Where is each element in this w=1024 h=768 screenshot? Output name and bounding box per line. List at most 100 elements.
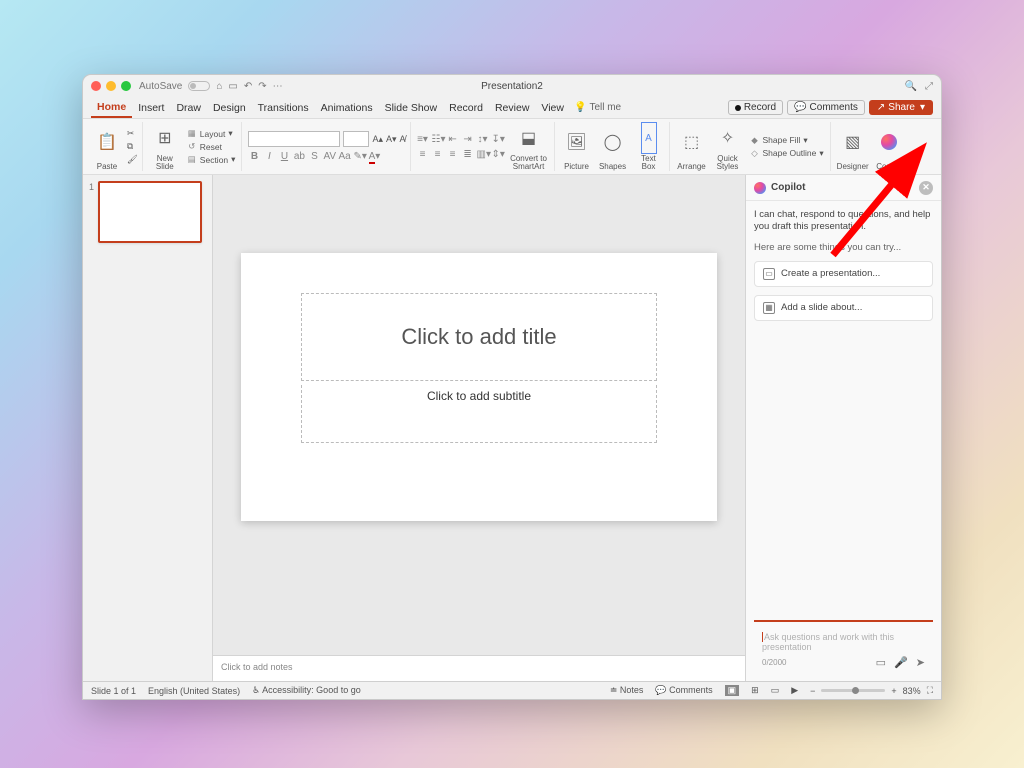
editor-center: Click to add title Click to add subtitle…	[213, 175, 745, 681]
tab-design[interactable]: Design	[207, 97, 252, 118]
tab-insert[interactable]: Insert	[132, 97, 170, 118]
underline-icon[interactable]: U	[278, 151, 290, 162]
paste-button[interactable]: 📋 Paste	[91, 122, 123, 171]
zoom-slider[interactable]	[821, 689, 885, 692]
copilot-suggestion-add-slide[interactable]: ▦ Add a slide about...	[754, 295, 933, 321]
shape-outline-button[interactable]: ◇Shape Outline ▾	[748, 148, 826, 159]
copilot-ribbon-button[interactable]: Copilot	[873, 122, 905, 171]
align-center-icon[interactable]: ≡	[432, 149, 444, 160]
increase-font-icon[interactable]: A▴	[372, 134, 383, 145]
designer-button[interactable]: ▧Designer	[837, 122, 869, 171]
font-family-combo[interactable]	[248, 131, 340, 147]
fit-to-window-icon[interactable]: ⛶	[927, 685, 933, 696]
align-left-icon[interactable]: ≡	[417, 149, 429, 160]
text-box-button[interactable]: AText Box	[633, 122, 665, 171]
tab-home[interactable]: Home	[91, 97, 132, 118]
zoom-percent[interactable]: 83%	[903, 686, 921, 696]
share-button[interactable]: ↗Share▾	[869, 100, 933, 115]
layout-button[interactable]: ▦Layout ▾	[185, 128, 238, 139]
reset-button[interactable]: ↺Reset	[185, 141, 238, 152]
maximize-window-button[interactable]	[121, 81, 131, 91]
shadow-icon[interactable]: S	[308, 151, 320, 162]
clear-format-icon[interactable]: A̸	[400, 134, 406, 144]
numbering-icon[interactable]: ☷▾	[432, 134, 444, 145]
search-icon[interactable]: 🔍	[905, 81, 917, 92]
slide-canvas[interactable]: Click to add title Click to add subtitle	[241, 253, 717, 521]
change-case-icon[interactable]: Aa	[338, 151, 350, 162]
save-icon[interactable]: ▭	[228, 81, 237, 92]
record-button[interactable]: Record	[728, 100, 783, 115]
cut-icon[interactable]: ✂	[127, 128, 138, 139]
text-direction-icon[interactable]: ↧▾	[492, 134, 504, 145]
tab-slide-show[interactable]: Slide Show	[379, 97, 444, 118]
indent-inc-icon[interactable]: ⇥	[462, 134, 474, 145]
bullets-icon[interactable]: ≡▾	[417, 134, 429, 145]
tab-view[interactable]: View	[535, 97, 570, 118]
home-icon[interactable]: ⌂	[216, 81, 222, 92]
title-placeholder[interactable]: Click to add title	[301, 293, 657, 381]
view-normal-icon[interactable]: ▣	[725, 685, 740, 696]
italic-icon[interactable]: I	[263, 151, 275, 162]
justify-icon[interactable]: ≣	[462, 149, 474, 160]
shapes-icon: ◯	[604, 122, 622, 162]
status-language[interactable]: English (United States)	[148, 686, 240, 696]
view-slideshow-icon[interactable]: ▶	[791, 685, 798, 696]
minimize-window-button[interactable]	[106, 81, 116, 91]
subtitle-placeholder[interactable]: Click to add subtitle	[301, 385, 657, 443]
font-color-icon[interactable]: A▾	[368, 151, 380, 162]
autosave-toggle[interactable]	[188, 81, 210, 91]
copilot-input[interactable]: Ask questions and work with this present…	[762, 628, 925, 656]
notes-pane[interactable]: Click to add notes	[213, 655, 745, 681]
format-painter-icon[interactable]: 🖌	[127, 154, 138, 165]
copilot-char-counter: 0/2000	[762, 658, 786, 667]
new-slide-button[interactable]: ⊞ New Slide	[149, 122, 181, 171]
view-reading-icon[interactable]: ▭	[771, 685, 780, 696]
tell-me-search[interactable]: 💡Tell me	[574, 102, 621, 113]
more-qat-icon[interactable]: ⋯	[273, 81, 283, 92]
tab-review[interactable]: Review	[489, 97, 535, 118]
ribbon-toggle-icon[interactable]: ⤢	[925, 81, 933, 92]
arrange-button[interactable]: ⬚Arrange	[676, 122, 708, 171]
decrease-font-icon[interactable]: A▾	[386, 134, 397, 145]
view-prompts-icon[interactable]: ▭	[876, 656, 886, 669]
status-accessibility[interactable]: ♿︎ Accessibility: Good to go	[252, 685, 361, 696]
zoom-in-icon[interactable]: +	[891, 686, 896, 696]
quick-styles-button[interactable]: ✧Quick Styles	[712, 122, 744, 171]
view-sorter-icon[interactable]: ⊞	[751, 685, 759, 696]
picture-button[interactable]: 🖼Picture	[561, 122, 593, 171]
columns-icon[interactable]: ▥▾	[477, 149, 489, 160]
line-spacing-icon[interactable]: ↕▾	[477, 134, 489, 145]
copilot-icon	[881, 122, 897, 162]
section-button[interactable]: ▤Section ▾	[185, 154, 238, 165]
redo-icon[interactable]: ↷	[258, 81, 266, 92]
tab-transitions[interactable]: Transitions	[252, 97, 315, 118]
convert-smartart-button[interactable]: ⬓ Convert to SmartArt	[508, 122, 550, 171]
mic-icon[interactable]: 🎤	[894, 656, 908, 669]
status-comments-button[interactable]: 💬 Comments	[655, 685, 712, 696]
shape-fill-button[interactable]: ◆Shape Fill ▾	[748, 135, 826, 146]
close-window-button[interactable]	[91, 81, 101, 91]
align-right-icon[interactable]: ≡	[447, 149, 459, 160]
zoom-out-icon[interactable]: −	[810, 686, 815, 696]
undo-icon[interactable]: ↶	[244, 81, 252, 92]
copilot-suggestion-create[interactable]: ▭ Create a presentation...	[754, 261, 933, 287]
spacing-icon[interactable]: AV	[323, 151, 335, 162]
font-size-combo[interactable]	[343, 131, 369, 147]
copilot-header: Copilot ✕	[746, 175, 941, 201]
status-notes-button[interactable]: ≐ Notes	[610, 685, 644, 696]
tab-draw[interactable]: Draw	[170, 97, 207, 118]
slide-canvas-area[interactable]: Click to add title Click to add subtitle	[213, 175, 745, 655]
shapes-button[interactable]: ◯Shapes	[597, 122, 629, 171]
close-icon[interactable]: ✕	[919, 181, 933, 195]
highlight-icon[interactable]: ✎▾	[353, 151, 365, 162]
indent-dec-icon[interactable]: ⇤	[447, 134, 459, 145]
bold-icon[interactable]: B	[248, 151, 260, 162]
strike-icon[interactable]: ab	[293, 151, 305, 162]
align-text-icon[interactable]: ⇕▾	[492, 149, 504, 160]
tab-record[interactable]: Record	[443, 97, 489, 118]
comments-button[interactable]: 💬Comments	[787, 100, 865, 115]
copy-icon[interactable]: ⧉	[127, 141, 138, 152]
slide-thumbnail-1[interactable]	[98, 181, 202, 243]
send-icon[interactable]: ➤	[916, 656, 925, 669]
tab-animations[interactable]: Animations	[315, 97, 379, 118]
